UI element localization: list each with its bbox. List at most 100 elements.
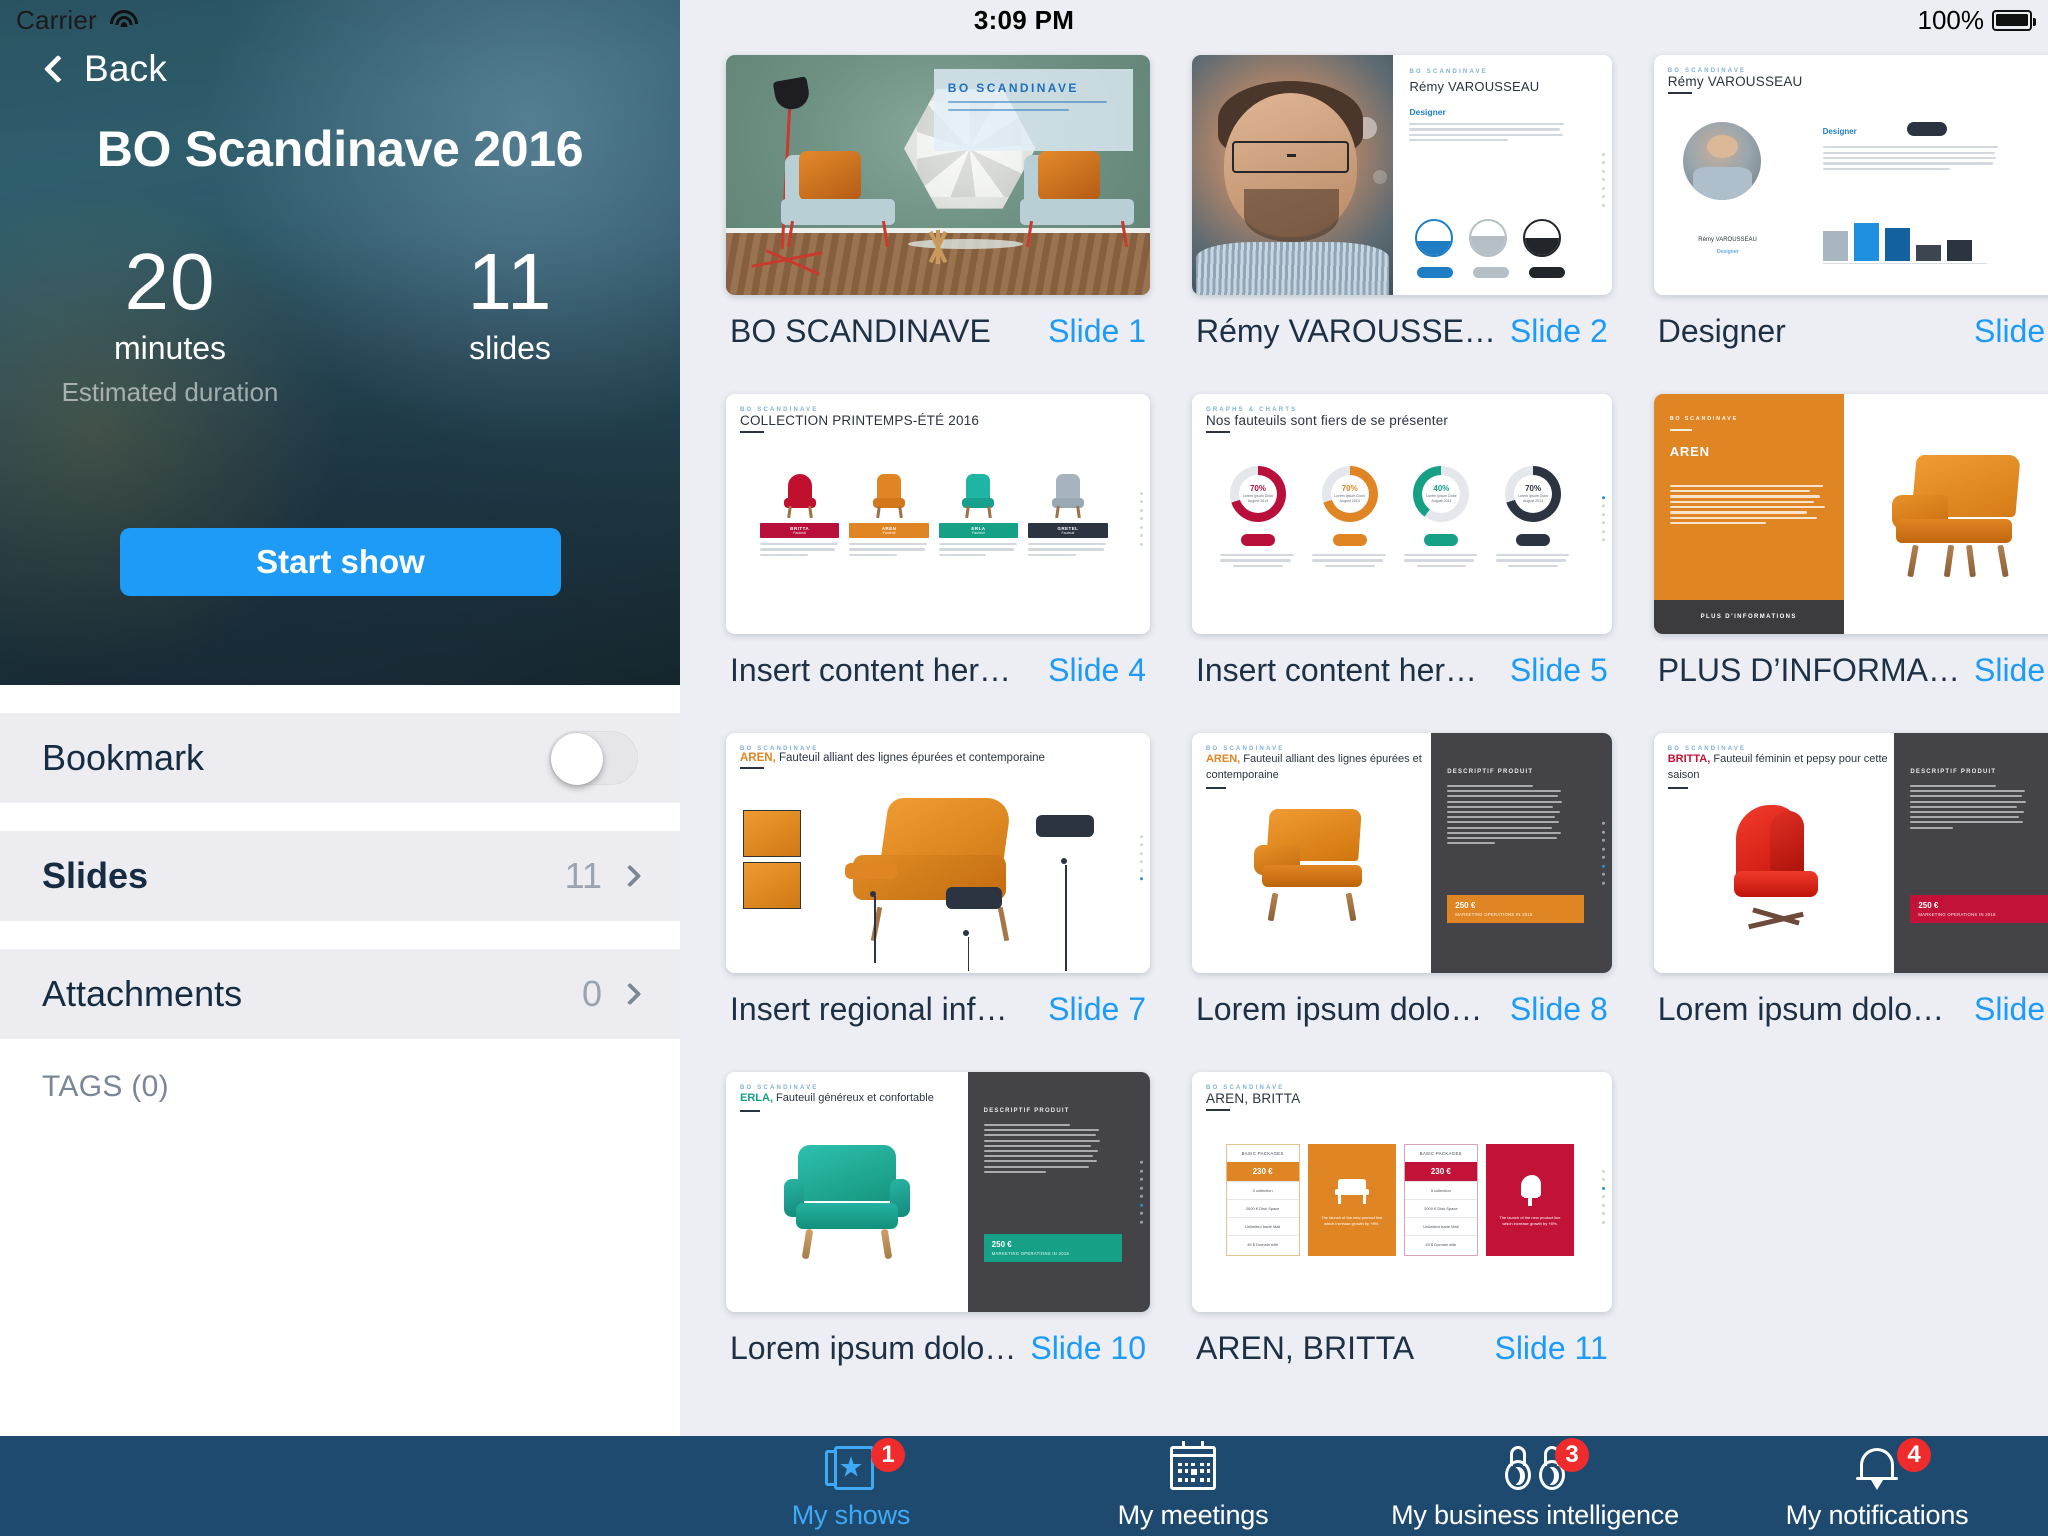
sidebar-item-attachments[interactable]: Attachments 0 <box>0 949 680 1039</box>
slide-6-content: BO SCANDINAVE AREN PLUS D’INFORMATIONS <box>1653 394 2048 634</box>
page-title: BO Scandinave 2016 <box>96 121 584 177</box>
slide-1-content: BO SCANDINAVE <box>726 55 1150 295</box>
slide-5-donut-pct: 70% <box>1249 484 1266 494</box>
slide-11-card-item: 45 $ Domain with <box>1226 1235 1299 1253</box>
bookmark-toggle[interactable] <box>549 731 638 785</box>
tab-label-my-shows: My shows <box>791 1499 911 1530</box>
slide-caption: Insert regional inf… Slide 7 <box>726 973 1150 1054</box>
slide-cell: BO SCANDINAVE COLLECTION PRINTEMPS-ÉTÉ 2… <box>726 394 1150 715</box>
tab-label-my-meetings: My meetings <box>1117 1499 1269 1530</box>
slide-title: Insert content her… <box>730 652 1012 688</box>
sidebar-list: Bookmark Slides 11 Attachments 0 TAGS (0… <box>0 685 680 1135</box>
show-hero: Back BO Scandinave 2016 20 minutes Estim… <box>0 0 680 685</box>
tab-bar: ★ 1 My shows My meetings 3 My business i… <box>0 1436 2048 1536</box>
start-show-button[interactable]: Start show <box>120 528 561 596</box>
slide-thumbnail-6[interactable]: BO SCANDINAVE AREN PLUS D’INFORMATIONS <box>1653 394 2048 634</box>
toggle-knob <box>551 733 603 785</box>
slide-cell: BO SCANDINAVE Rémy VAROUSSEAU Designer R… <box>1191 55 1612 376</box>
slide-thumbnail-9[interactable]: BO SCANDINAVE BRITTA, Fauteuil féminin e… <box>1653 733 2048 973</box>
slide-thumbnail-7[interactable]: BO SCANDINAVE AREN, Fauteuil alliant des… <box>726 733 1150 973</box>
slide-number[interactable]: Slide 2 <box>1510 313 1608 350</box>
back-button[interactable]: Back <box>43 48 167 90</box>
list-spacer <box>0 685 680 713</box>
duration-caption: Estimated duration <box>61 377 279 407</box>
slide-thumbnail-1[interactable]: BO SCANDINAVE <box>726 55 1150 295</box>
slide-number[interactable]: Slide 7 <box>1048 991 1146 1028</box>
slide-number[interactable]: Slide 6 <box>1974 652 2048 689</box>
sidebar-item-bookmark[interactable]: Bookmark <box>0 713 680 803</box>
slide-thumbnail-11[interactable]: BO SCANDINAVE AREN, BRITTA BASIC PACKAGE… <box>1191 1072 1612 1312</box>
slide-caption: Insert content her… Slide 4 <box>726 634 1150 715</box>
slide-number[interactable]: Slide 1 <box>1048 313 1146 350</box>
slide-6-eyebrow: BO SCANDINAVE <box>1669 416 1738 422</box>
slide-4-product-sub: Fauteuil <box>882 531 896 535</box>
slide-2-name: Rémy VAROUSSEAU <box>1409 79 1540 94</box>
slide-thumbnail-4[interactable]: BO SCANDINAVE COLLECTION PRINTEMPS-ÉTÉ 2… <box>726 394 1150 634</box>
slide-11-card-item: 45 $ Domain with <box>1404 1235 1477 1253</box>
duration-value: 20 <box>124 237 216 326</box>
slides-value: 11 <box>467 237 553 326</box>
slide-5-donut-label: Lorem Ipsum Dolor August 2014 <box>1334 494 1365 503</box>
slide-4-product-sub: Fauteuil <box>1061 531 1075 535</box>
slide-11-card-price: 230 € <box>1404 1162 1477 1181</box>
attachments-count: 0 <box>581 973 602 1014</box>
tab-my-business-intelligence[interactable]: 3 My business intelligence <box>1370 1437 1700 1531</box>
slide-5-donut-pct: 70% <box>1341 484 1358 494</box>
slide-title: PLUS D’INFORMA… <box>1657 652 1960 688</box>
tab-label-my-notifications: My notifications <box>1785 1499 1969 1530</box>
slide-thumbnail-2[interactable]: BO SCANDINAVE Rémy VAROUSSEAU Designer <box>1191 55 1612 295</box>
tags-section: TAGS (0) <box>0 1039 680 1135</box>
slide-thumbnail-3[interactable]: BO SCANDINAVE Rémy VAROUSSEAU Rémy VAROU… <box>1653 55 2048 295</box>
slide-cell: BO SCANDINAVE BRITTA, Fauteuil féminin e… <box>1653 733 2048 1054</box>
slide-number[interactable]: Slide 9 <box>1974 991 2048 1028</box>
slide-caption: Lorem ipsum dolo… Slide 9 <box>1654 973 2048 1054</box>
slide-7-brand: AREN, <box>740 752 776 764</box>
my-shows-badge: 1 <box>871 1437 905 1472</box>
tab-my-shows[interactable]: ★ 1 My shows <box>686 1437 1016 1531</box>
calendar-icon <box>1162 1440 1224 1494</box>
sidebar: Back BO Scandinave 2016 20 minutes Estim… <box>0 0 680 1436</box>
slide-8-brand: AREN, <box>1205 753 1241 765</box>
bookmark-label: Bookmark <box>42 737 205 778</box>
slide-11-card-item: 2000 € Disk Space <box>1404 1199 1477 1217</box>
slide-thumbnail-10[interactable]: BO SCANDINAVE ERLA, Fauteuil généreux et… <box>726 1072 1150 1312</box>
tab-my-meetings[interactable]: My meetings <box>1028 1440 1358 1531</box>
duration-unit: minutes <box>113 330 227 366</box>
slide-7-title: Fauteuil alliant des lignes épurées et c… <box>775 752 1045 764</box>
slide-title: Insert content her… <box>1195 652 1478 688</box>
status-bar-time: 3:09 PM <box>973 4 1075 35</box>
slide-number[interactable]: Slide 11 <box>1494 1330 1607 1367</box>
sidebar-item-slides[interactable]: Slides 11 <box>0 831 680 921</box>
slide-8-content: BO SCANDINAVE AREN, Fauteuil alliant des… <box>1191 733 1612 973</box>
slides-label: Slides <box>42 855 149 896</box>
tab-my-notifications[interactable]: 4 My notifications <box>1712 1437 2042 1531</box>
slide-cell: BO SCANDINAVE AREN PLUS D’INFORMATIONS P… <box>1653 394 2048 715</box>
show-stats: 20 minutes Estimated duration 11 slides <box>0 240 680 408</box>
slide-number[interactable]: Slide 10 <box>1030 1330 1146 1367</box>
attachments-accessory: 0 <box>581 973 642 1015</box>
tags-label: TAGS (0) <box>42 1070 169 1103</box>
slide-3-role: Designer <box>1822 127 1857 136</box>
slide-5-donut-pct: 70% <box>1525 484 1542 494</box>
battery-icon <box>1992 9 2036 31</box>
attachments-label: Attachments <box>42 973 243 1014</box>
slide-title: Lorem ipsum dolo… <box>1195 991 1483 1027</box>
slide-caption: Lorem ipsum dolo… Slide 10 <box>726 1312 1150 1393</box>
slide-number[interactable]: Slide 3 <box>1974 313 2048 350</box>
slide-thumbnail-5[interactable]: GRAPHS & CHARTS Nos fauteuils sont fiers… <box>1191 394 1612 634</box>
slide-title: Lorem ipsum dolo… <box>730 1330 1017 1366</box>
slide-title: Insert regional inf… <box>730 991 1008 1027</box>
slide-title: Lorem ipsum dolo… <box>1657 991 1945 1027</box>
slide-3-avatar-role: Designer <box>1716 249 1739 256</box>
slide-number[interactable]: Slide 5 <box>1510 652 1608 689</box>
tab-bar-spacer <box>0 1436 680 1536</box>
slide-thumbnail-8[interactable]: BO SCANDINAVE AREN, Fauteuil alliant des… <box>1191 733 1612 973</box>
slide-10-brand: ERLA, <box>740 1092 773 1104</box>
slide-5-donut-label: Lorem Ipsum Dolor August 2014 <box>1426 494 1457 503</box>
slide-8-price-sub: MARKETING OPERATIONS IN 2016 <box>1455 911 1533 917</box>
slide-number[interactable]: Slide 4 <box>1048 652 1146 689</box>
binoculars-icon: 3 <box>1504 1437 1589 1494</box>
slide-number[interactable]: Slide 8 <box>1510 991 1608 1028</box>
status-bar: Carrier 3:09 PM 100% <box>0 0 2048 40</box>
slide-11-blurb: The launch of the new product line which… <box>1321 1215 1383 1226</box>
